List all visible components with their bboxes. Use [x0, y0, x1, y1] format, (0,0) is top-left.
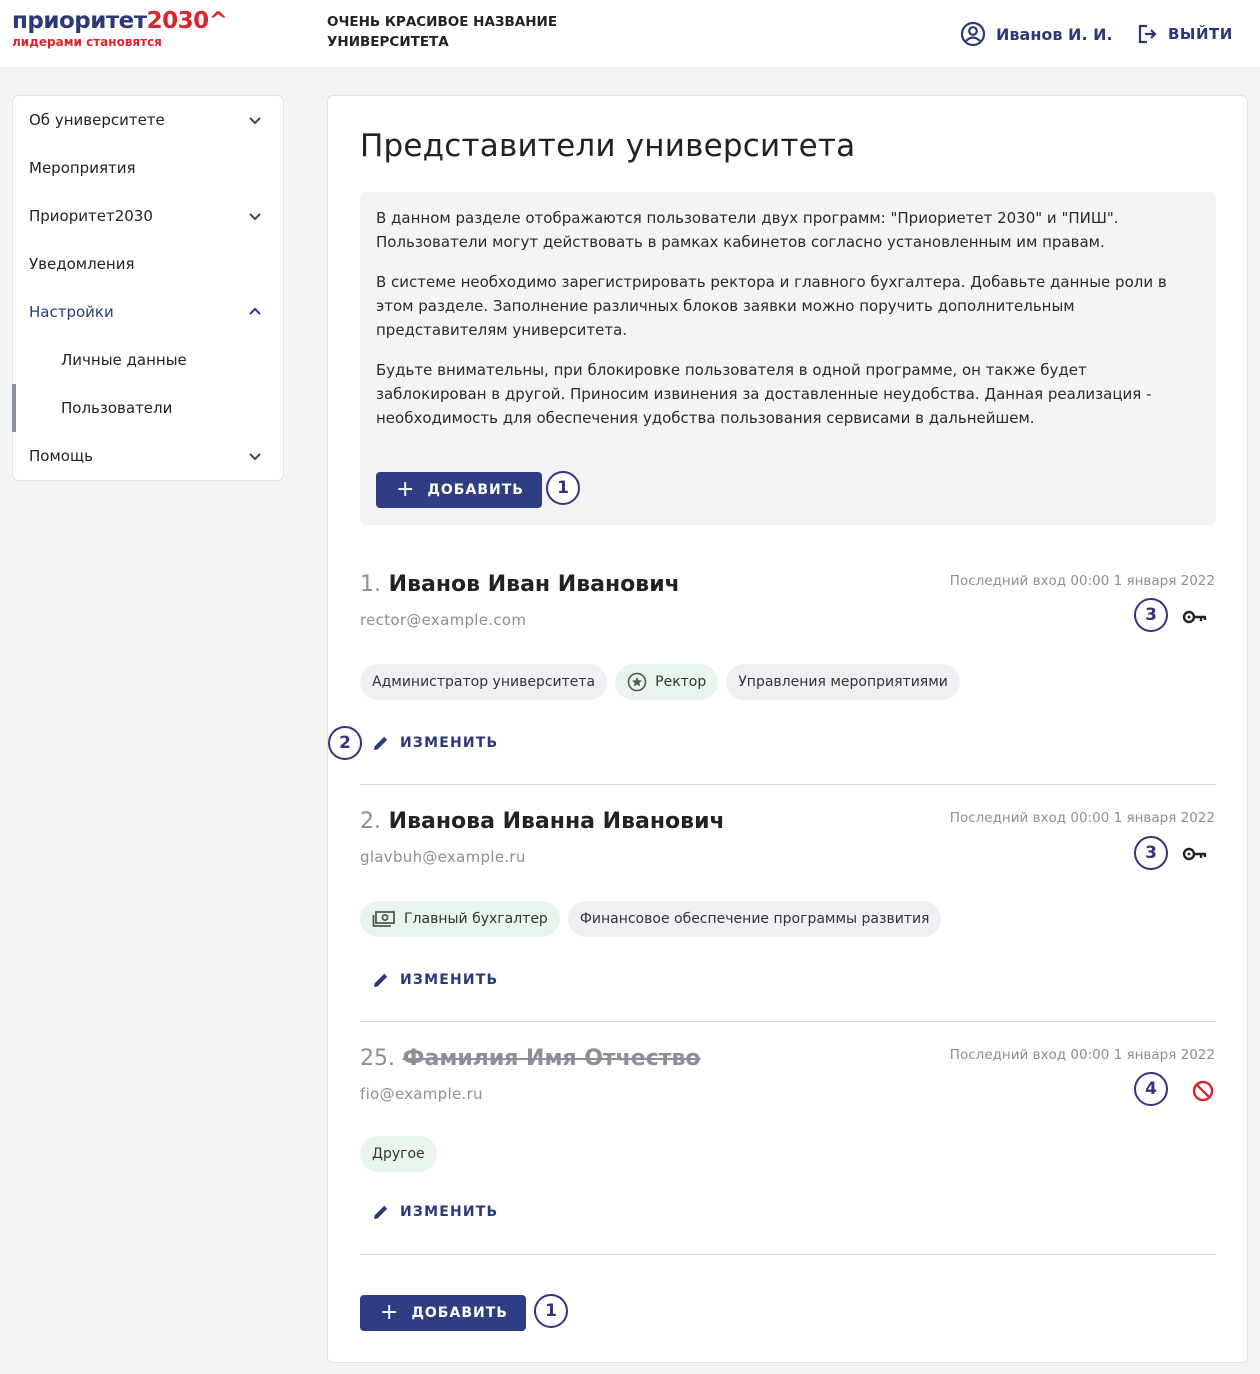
plus-icon: +	[396, 477, 416, 502]
sidebar-item-users[interactable]: Пользователи	[12, 384, 283, 432]
user-full-name: Фамилия Имя Отчество	[402, 1046, 701, 1071]
sidebar-item-label: Пользователи	[61, 399, 173, 417]
sidebar-item-priority2030[interactable]: Приоритет2030	[13, 192, 283, 240]
sidebar-item-label: Помощь	[29, 447, 93, 465]
role-tag: Другое	[360, 1136, 437, 1172]
sidebar: Об университете Мероприятия Приоритет203…	[12, 95, 284, 481]
marker-badge: 1	[534, 1294, 568, 1328]
user-name[interactable]: 1. Иванов Иван Иванович	[360, 572, 680, 597]
edit-user-button[interactable]: ИЗМЕНИТЬ	[372, 1198, 498, 1226]
sidebar-item-events[interactable]: Мероприятия	[13, 144, 283, 192]
logo-slogan: лидерами становятся	[12, 35, 162, 49]
role-tag: Управления мероприятиями	[726, 664, 960, 700]
marker-badge: 4	[1134, 1072, 1168, 1106]
info-paragraph: В данном разделе отображаются пользовате…	[376, 209, 1119, 251]
marker-badge: 1	[546, 471, 580, 505]
info-box: В данном разделе отображаются пользовате…	[360, 192, 1216, 525]
logo-text: приоритет	[12, 8, 147, 34]
logo-caret: ^	[208, 8, 228, 34]
pencil-icon	[374, 736, 388, 750]
star-badge-icon	[627, 672, 647, 692]
divider	[360, 1254, 1216, 1255]
add-user-button-bottom[interactable]: + ДОБАВИТЬ	[360, 1295, 526, 1331]
last-login: Последний вход 00:00 1 января 2022	[949, 810, 1215, 826]
sidebar-item-label: Мероприятия	[29, 159, 136, 177]
user-profile-link[interactable]: Иванов И. И.	[960, 20, 1113, 48]
marker-badge: 3	[1134, 836, 1168, 870]
marker-badge: 3	[1134, 598, 1168, 632]
user-name[interactable]: 25. Фамилия Имя Отчество	[360, 1046, 701, 1071]
user-name: Иванов И. И.	[996, 24, 1113, 44]
role-tag: Администратор университета	[360, 664, 608, 700]
sidebar-item-label: Об университете	[29, 111, 165, 129]
user-full-name: Иванова Иванна Иванович	[388, 809, 725, 834]
user-email: fio@example.ru	[360, 1085, 483, 1103]
key-icon[interactable]	[1182, 606, 1208, 628]
divider	[360, 1021, 1216, 1022]
user-number: 25.	[360, 1046, 395, 1071]
top-header: приоритет2030^ лидерами становятся ОЧЕНЬ…	[0, 0, 1260, 67]
sidebar-item-about[interactable]: Об университете	[13, 96, 283, 144]
add-button-label: ДОБАВИТЬ	[411, 1305, 508, 1321]
sidebar-item-settings[interactable]: Настройки	[13, 288, 283, 336]
chevron-down-icon	[249, 117, 261, 125]
user-name[interactable]: 2. Иванова Иванна Иванович	[360, 809, 725, 834]
logout-button[interactable]: ВЫЙТИ	[1136, 20, 1233, 48]
blocked-icon[interactable]	[1191, 1079, 1215, 1103]
sidebar-item-notifications[interactable]: Уведомления	[13, 240, 283, 288]
role-tags: Другое	[360, 1136, 437, 1172]
logo[interactable]: приоритет2030^ лидерами становятся	[12, 8, 228, 50]
money-icon	[372, 911, 395, 927]
last-login: Последний вход 00:00 1 января 2022	[949, 573, 1215, 589]
chevron-up-icon	[249, 307, 261, 315]
info-paragraph: В системе необходимо зарегистрировать ре…	[376, 273, 1167, 339]
user-full-name: Иванов Иван Иванович	[388, 572, 680, 597]
user-email: glavbuh@example.ru	[360, 848, 526, 866]
user-number: 1.	[360, 572, 381, 597]
pencil-icon	[374, 1205, 388, 1219]
role-tag: Ректор	[615, 664, 719, 700]
user-circle-icon	[960, 21, 986, 47]
add-button-label: ДОБАВИТЬ	[427, 482, 524, 498]
plus-icon: +	[380, 1300, 400, 1325]
sidebar-item-label: Личные данные	[61, 351, 187, 369]
sidebar-item-help[interactable]: Помощь	[13, 432, 283, 480]
pencil-icon	[374, 973, 388, 987]
edit-label: ИЗМЕНИТЬ	[400, 735, 499, 751]
edit-user-button[interactable]: ИЗМЕНИТЬ	[372, 729, 498, 757]
role-tags: Главный бухгалтер Финансовое обеспечение…	[360, 901, 942, 937]
last-login: Последний вход 00:00 1 января 2022	[949, 1047, 1215, 1063]
logo-year: 2030	[146, 8, 210, 34]
role-tag: Финансовое обеспечение программы развити…	[567, 901, 942, 937]
chevron-down-icon	[249, 213, 261, 221]
logout-label: ВЫЙТИ	[1168, 25, 1233, 43]
divider	[360, 784, 1216, 785]
marker-badge: 2	[328, 726, 362, 760]
info-paragraph: Будьте внимательны, при блокировке польз…	[376, 361, 1152, 427]
edit-user-button[interactable]: ИЗМЕНИТЬ	[372, 966, 498, 994]
sidebar-item-personal-data[interactable]: Личные данные	[13, 336, 283, 384]
user-number: 2.	[360, 809, 381, 834]
university-name: ОЧЕНЬ КРАСИВОЕ НАЗВАНИЕ УНИВЕРСИТЕТА	[327, 14, 558, 50]
key-icon[interactable]	[1182, 843, 1208, 865]
page-title: Представители университета	[360, 128, 856, 164]
sidebar-item-label: Настройки	[29, 303, 114, 321]
sidebar-item-label: Приоритет2030	[29, 207, 153, 225]
main-panel: Представители университета В данном разд…	[327, 95, 1248, 1363]
role-tag: Главный бухгалтер	[360, 901, 560, 937]
role-tags: Администратор университета Ректор Управл…	[360, 664, 960, 700]
user-email: rector@example.com	[360, 611, 527, 629]
add-user-button[interactable]: + ДОБАВИТЬ	[376, 472, 542, 508]
edit-label: ИЗМЕНИТЬ	[400, 972, 499, 988]
edit-label: ИЗМЕНИТЬ	[400, 1204, 499, 1220]
logout-icon	[1138, 24, 1157, 44]
sidebar-item-label: Уведомления	[29, 255, 135, 273]
chevron-down-icon	[249, 453, 261, 461]
